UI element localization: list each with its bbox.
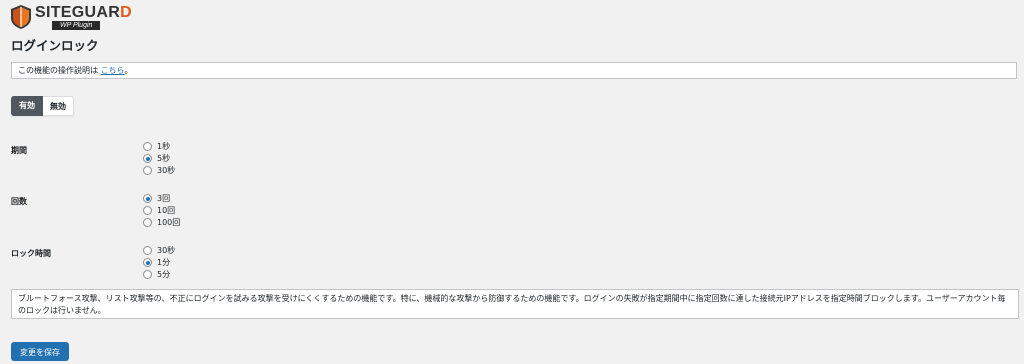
radio-button[interactable] xyxy=(143,270,152,279)
lock-time-option-5m[interactable]: 5分 xyxy=(143,269,170,280)
notice-text: この機能の操作説明は xyxy=(18,66,98,75)
toggle-disabled-button[interactable]: 無効 xyxy=(43,96,74,116)
count-option-10[interactable]: 10回 xyxy=(143,205,175,216)
period-option-1s[interactable]: 1秒 xyxy=(143,141,170,152)
radio-button[interactable] xyxy=(143,194,152,203)
radio-button[interactable] xyxy=(143,258,152,267)
radio-button[interactable] xyxy=(143,154,152,163)
toggle-enabled-button[interactable]: 有効 xyxy=(11,96,43,116)
siteguard-logo: SITEGUARD WP Plugin xyxy=(11,4,135,30)
logo-title: SITEGUARD xyxy=(35,4,132,21)
feature-description: ブルートフォース攻撃、リスト攻撃等の、不正にログインを試みる攻撃を受けにくくする… xyxy=(11,289,1019,319)
count-option-100[interactable]: 100回 xyxy=(143,217,180,228)
count-label: 回数 xyxy=(11,197,27,206)
period-option-5s[interactable]: 5秒 xyxy=(143,153,170,164)
period-option-30s[interactable]: 30秒 xyxy=(143,165,175,176)
shield-logo-icon xyxy=(11,5,31,29)
logo-subtitle: WP Plugin xyxy=(52,21,101,30)
radio-button[interactable] xyxy=(143,166,152,175)
radio-button[interactable] xyxy=(143,246,152,255)
save-changes-button[interactable]: 変更を保存 xyxy=(11,342,69,361)
radio-button[interactable] xyxy=(143,206,152,215)
radio-button[interactable] xyxy=(143,142,152,151)
enable-toggle: 有効 無効 xyxy=(11,96,74,116)
page-title: ログインロック xyxy=(11,38,99,53)
lock-time-label: ロック時間 xyxy=(11,249,51,258)
count-option-3[interactable]: 3回 xyxy=(143,193,170,204)
lock-time-option-1m[interactable]: 1分 xyxy=(143,257,170,268)
radio-button[interactable] xyxy=(143,218,152,227)
lock-time-option-30s[interactable]: 30秒 xyxy=(143,245,175,256)
help-link[interactable]: こちら xyxy=(101,66,125,75)
period-label: 期間 xyxy=(11,146,27,155)
help-notice: この機能の操作説明は こちら。 xyxy=(11,62,1017,79)
